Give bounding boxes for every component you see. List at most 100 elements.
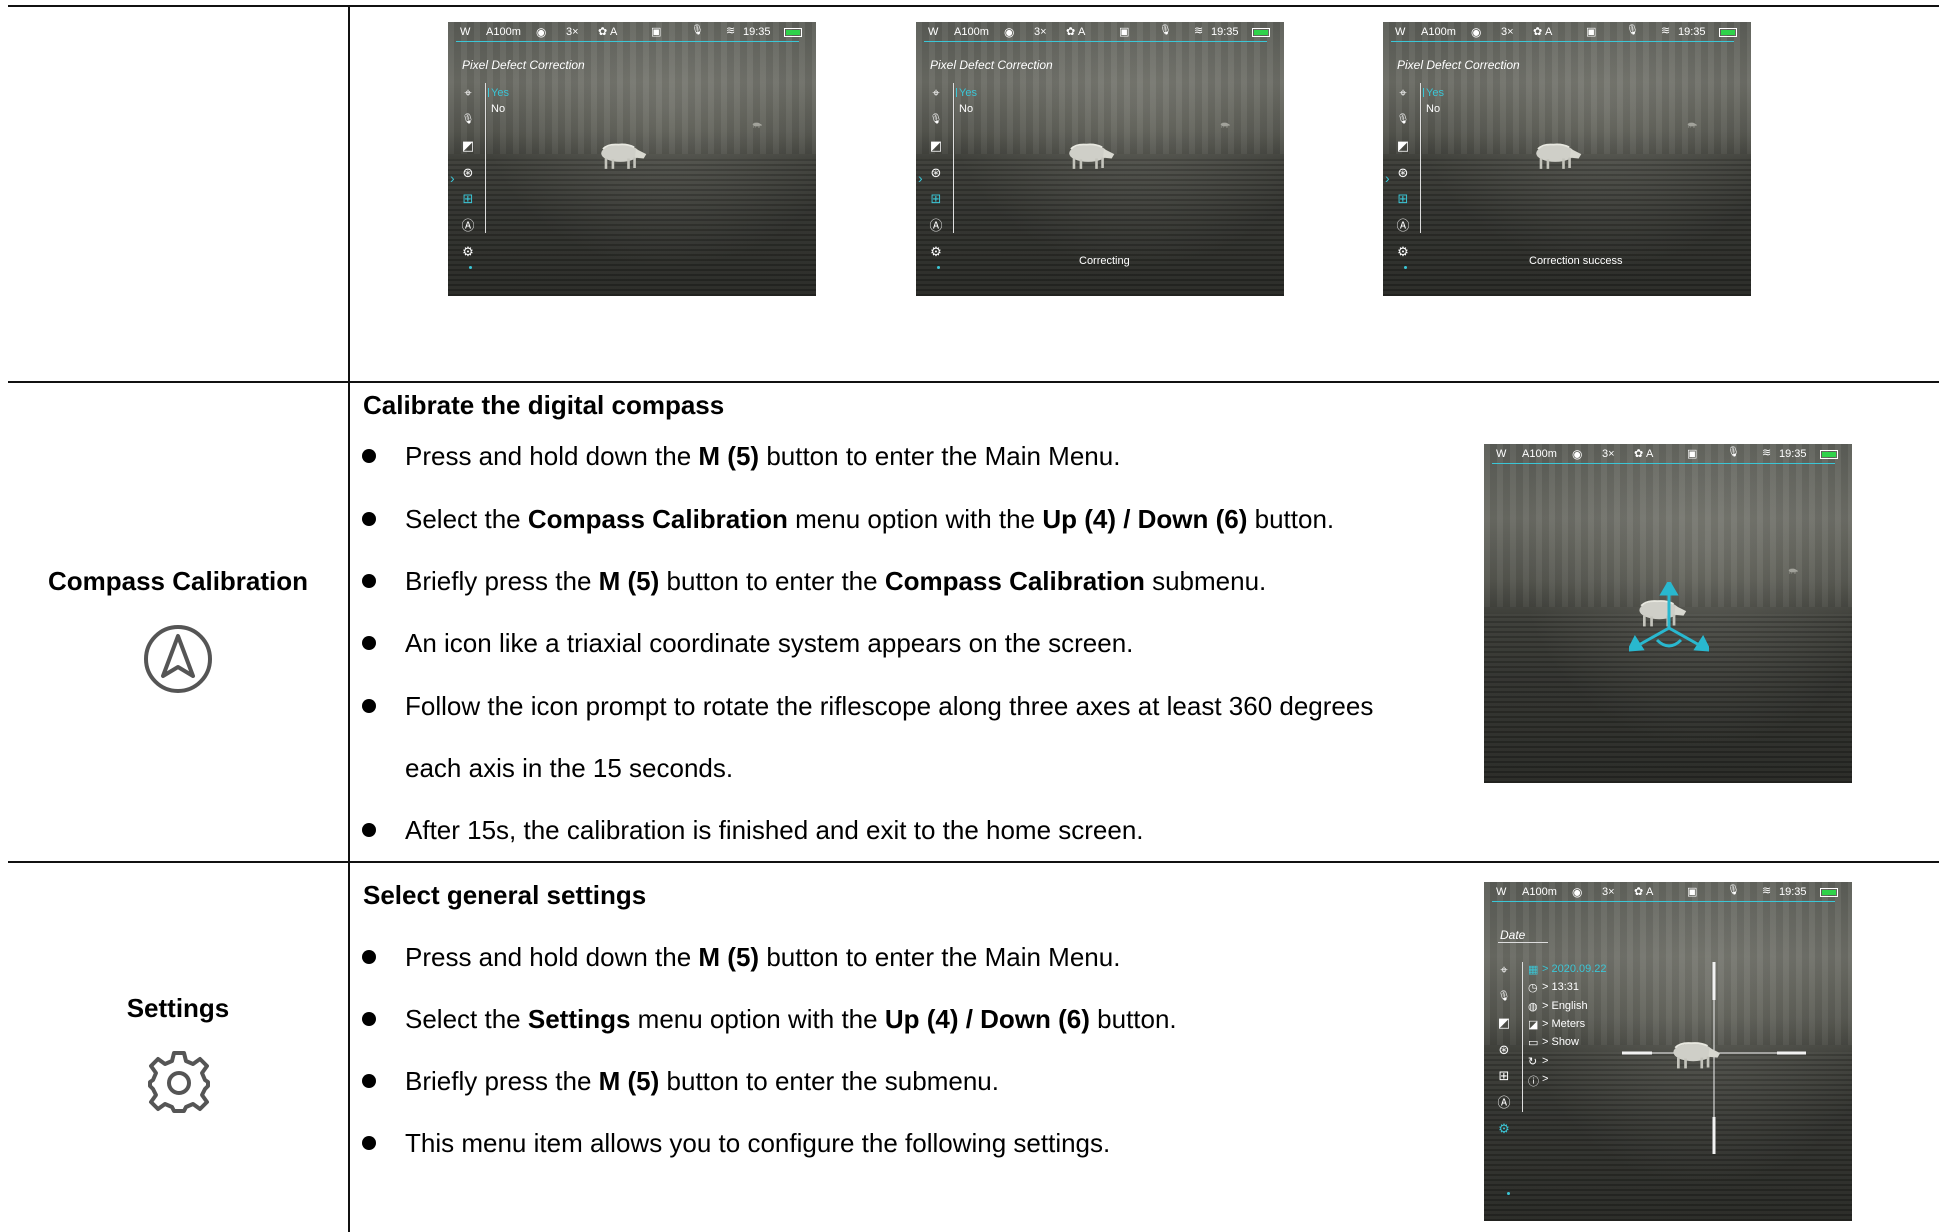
option-no[interactable]: No: [491, 103, 505, 115]
crosshair-icon: ⌖: [464, 85, 472, 100]
microphone-icon: 🎙: [1727, 447, 1740, 458]
status-underline: [456, 41, 799, 42]
status-underline: [924, 41, 1267, 42]
status-bar: W A100m 3× ◉ ✿ A ▣ 🎙 ≋ 19:35: [1383, 22, 1751, 42]
selection-chevron-icon: ›: [918, 170, 923, 186]
compass-icon: Ⓐ: [461, 217, 475, 233]
option-yes[interactable]: Yes: [1426, 87, 1444, 99]
option-no[interactable]: No: [1426, 103, 1440, 115]
record-icon: ▣: [1586, 26, 1597, 38]
status-range: A100m: [954, 26, 989, 38]
indicator-dot: [937, 266, 940, 269]
status-bar: W A100m 3× ◉ ✿ A ▣ 🎙 ≋ 19:35: [916, 22, 1284, 42]
status-mode: A: [1078, 26, 1086, 38]
status-zoom: 3×: [566, 26, 579, 38]
status-w: W: [1496, 448, 1507, 460]
option-yes[interactable]: Yes: [959, 87, 977, 99]
indicator-dot: [1507, 1192, 1510, 1195]
option-no[interactable]: No: [959, 103, 973, 115]
display-icon: ◩: [929, 138, 943, 153]
record-icon: ▣: [1687, 448, 1698, 460]
boar-target: [1064, 140, 1116, 175]
palette-icon: ⊛: [462, 164, 474, 180]
thermal-screen: W A100m 3× ◉ ✿ A ▣ 🎙 ≋ 19:35 Pixel Defect Correcti…: [448, 22, 816, 296]
wifi-icon: ≋: [1194, 25, 1204, 37]
selection-chevron-icon: ›: [450, 170, 455, 186]
display-icon: ◩: [461, 138, 475, 153]
triaxial-calibration-icon: [1626, 579, 1712, 659]
table-column-divider: [348, 7, 350, 1232]
microphone-icon: 🎙: [1159, 25, 1172, 36]
status-message: Correction success: [1529, 255, 1623, 267]
status-bar: W A100m 3× ◉ ✿ A ▣ 🎙 ≋ 19:35: [1484, 444, 1852, 464]
battery-icon: [1252, 28, 1270, 37]
status-w: W: [1395, 26, 1406, 38]
menu-title: Pixel Defect Correction: [462, 58, 585, 72]
microphone-icon: 🎙: [929, 113, 943, 125]
boar-target: [596, 140, 648, 175]
eye-icon: ◉: [1572, 447, 1583, 461]
compass-icon: Ⓐ: [1396, 217, 1410, 233]
pixel-defect-icon: ⊞: [930, 191, 942, 206]
microphone-icon: 🎙: [461, 113, 475, 125]
status-w: W: [928, 26, 939, 38]
palette-icon: ⊛: [930, 164, 942, 180]
table-top-border: [8, 5, 1939, 7]
status-time: 19:35: [1678, 26, 1706, 38]
thermal-screen: W A100m 3× ◉ ✿ A ▣ 🎙 ≋ 19:35 Pixel Defect Correcti…: [916, 22, 1284, 296]
menu-divider: [485, 83, 486, 233]
status-bar: W A100m 3× ◉ ✿ A ▣ 🎙 ≋ 19:35: [448, 22, 816, 42]
settings-icon: ⚙: [930, 244, 942, 259]
menu-divider: [953, 83, 954, 233]
eye-icon: ◉: [536, 25, 547, 39]
mode-gear-icon: ✿: [1634, 448, 1644, 460]
wifi-icon: ≋: [1762, 447, 1772, 459]
indicator-dot: [1404, 266, 1407, 269]
eye-icon: ◉: [1471, 25, 1482, 39]
ground: [448, 159, 816, 296]
option-marker: [956, 88, 957, 97]
settings-icon: ⚙: [1397, 244, 1409, 259]
status-time: 19:35: [1779, 448, 1807, 460]
status-mode: A: [610, 26, 618, 38]
microphone-icon: 🎙: [1396, 113, 1410, 125]
status-zoom: 3×: [1034, 26, 1047, 38]
status-range: A100m: [1522, 448, 1557, 460]
pixel-defect-icon: ⊞: [1397, 191, 1409, 206]
settings-row-label: Settings: [126, 993, 230, 1023]
row-divider-1: [8, 381, 1939, 383]
microphone-icon: 🎙: [1626, 25, 1639, 36]
option-yes[interactable]: Yes: [491, 87, 509, 99]
menu-title: Pixel Defect Correction: [930, 58, 1053, 72]
mode-gear-icon: ✿: [598, 26, 608, 38]
record-icon: ▣: [1119, 26, 1130, 38]
eye-icon: ◉: [1004, 25, 1015, 39]
status-mode: A: [1646, 448, 1654, 460]
status-time: 19:35: [743, 26, 771, 38]
mode-gear-icon: ✿: [1066, 26, 1076, 38]
gear-icon: [148, 1051, 210, 1113]
ground: [1383, 159, 1751, 296]
thermal-screen: W A100m 3× ◉ ✿ A ▣ 🎙 ≋ 19:35 Date ⌖ 🎙 ◩ ⊛ ⊞ Ⓐ ⚙ ▦ > 2020.09…: [1484, 882, 1852, 1221]
status-zoom: 3×: [1501, 26, 1514, 38]
status-range: A100m: [1421, 26, 1456, 38]
compass-icon: Ⓐ: [929, 217, 943, 233]
compass-bullet-5-continued: each axis in the 15 seconds.: [405, 753, 734, 783]
microphone-icon: 🎙: [691, 25, 704, 36]
status-range: A100m: [486, 26, 521, 38]
thermal-screen: W A100m 3× ◉ ✿ A ▣ 🎙 ≋ 19:35: [1484, 444, 1852, 783]
menu-title: Pixel Defect Correction: [1397, 58, 1520, 72]
indicator-dot: [469, 266, 472, 269]
distant-animal: [1218, 115, 1232, 133]
status-w: W: [460, 26, 471, 38]
battery-icon: [1719, 28, 1737, 37]
mode-gear-icon: ✿: [1533, 26, 1543, 38]
wifi-icon: ≋: [726, 25, 736, 37]
row-divider-2: [8, 861, 1939, 863]
status-zoom: 3×: [1602, 448, 1615, 460]
record-icon: ▣: [651, 26, 662, 38]
boar-target: [1531, 140, 1583, 175]
menu-divider: [1420, 83, 1421, 233]
pixel-defect-icon: ⊞: [462, 191, 474, 206]
compass-section-title: Calibrate the digital compass: [363, 390, 725, 420]
